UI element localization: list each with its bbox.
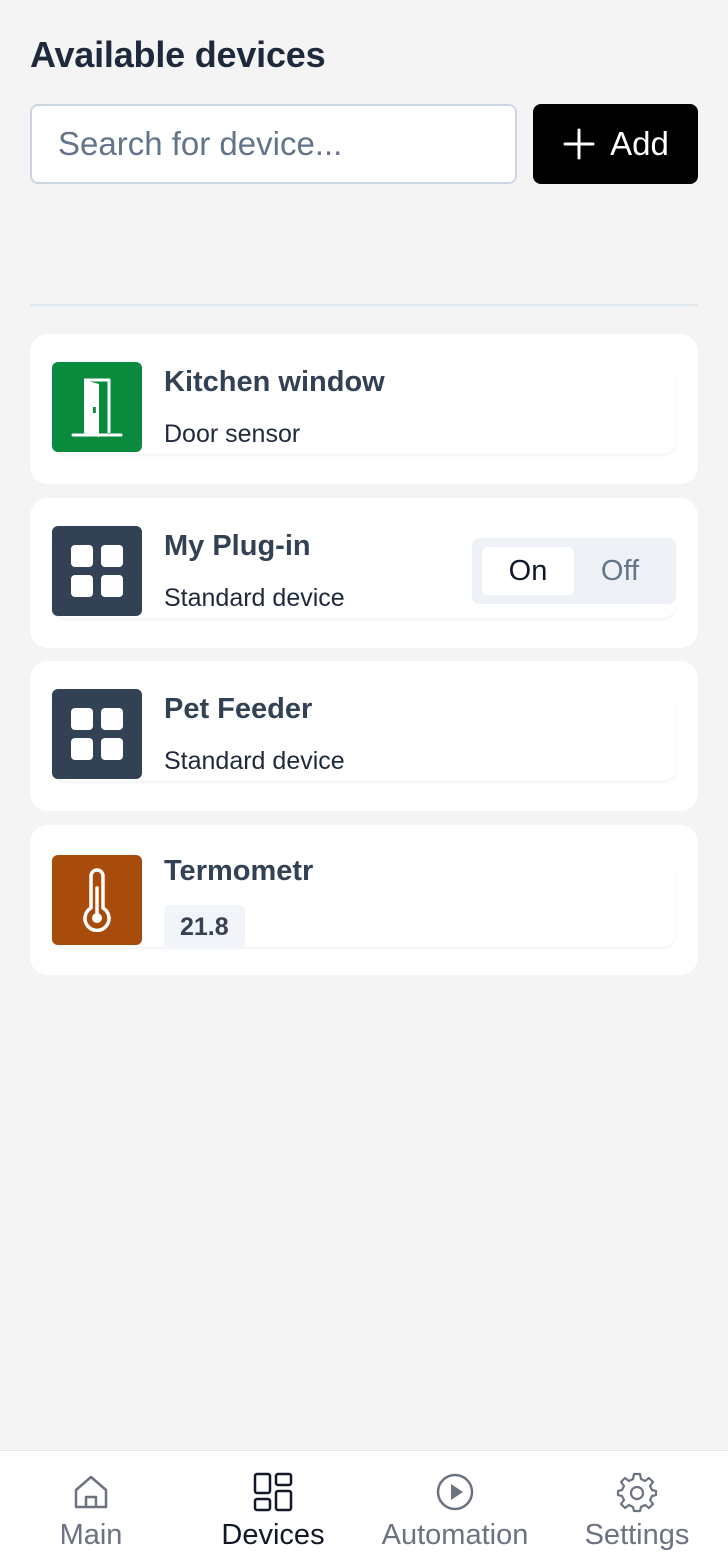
- nav-item-automation[interactable]: Automation: [364, 1451, 546, 1568]
- nav-item-settings[interactable]: Settings: [546, 1451, 728, 1568]
- grid-icon: [71, 708, 123, 760]
- toggle-on-button[interactable]: On: [482, 547, 574, 595]
- device-card-termometr[interactable]: Termometr 21.8: [30, 825, 698, 975]
- nav-item-devices[interactable]: Devices: [182, 1451, 364, 1568]
- nav-label: Main: [59, 1519, 123, 1551]
- device-card-content: Pet Feeder Standard device: [52, 689, 676, 781]
- search-input[interactable]: [30, 104, 517, 184]
- thermometer-icon: [83, 868, 111, 932]
- add-button-label: Add: [610, 125, 669, 162]
- device-name: Termometr: [164, 855, 314, 887]
- device-card-my-plug-in[interactable]: My Plug-in Standard device On Off: [30, 498, 698, 648]
- device-name: Kitchen window: [164, 366, 385, 398]
- device-icon-tile: [52, 526, 142, 616]
- device-card-content: Kitchen window Door sensor: [52, 362, 676, 454]
- device-name: Pet Feeder: [164, 693, 313, 725]
- gear-icon: [616, 1472, 658, 1513]
- nav-label: Settings: [584, 1519, 690, 1551]
- nav-label: Devices: [221, 1519, 325, 1551]
- nav-label: Automation: [381, 1519, 529, 1551]
- device-type: Standard device: [164, 584, 345, 612]
- temperature-value-badge: 21.8: [164, 905, 245, 949]
- plus-icon: [563, 128, 595, 160]
- device-card-kitchen-window[interactable]: Kitchen window Door sensor: [30, 334, 698, 484]
- device-type: Standard device: [164, 747, 345, 775]
- divider: [30, 304, 698, 306]
- grid-icon: [71, 545, 123, 597]
- toggle-off-button[interactable]: Off: [574, 547, 666, 595]
- door-icon: [71, 378, 123, 437]
- device-icon-tile: [52, 855, 142, 945]
- add-device-button[interactable]: Add: [533, 104, 698, 184]
- device-card-pet-feeder[interactable]: Pet Feeder Standard device: [30, 661, 698, 811]
- devices-page: Available devices Add Kitchen window Doo…: [0, 0, 728, 1568]
- device-card-content: Termometr 21.8: [52, 855, 676, 949]
- device-type: Door sensor: [164, 420, 301, 448]
- device-card-content: My Plug-in Standard device On Off: [52, 526, 676, 618]
- power-toggle: On Off: [472, 538, 676, 604]
- home-icon: [74, 1475, 108, 1509]
- nav-item-main[interactable]: Main: [0, 1451, 182, 1568]
- page-title: Available devices: [30, 34, 326, 75]
- device-icon-tile: [52, 362, 142, 452]
- devices-icon: [253, 1472, 293, 1512]
- device-icon-tile: [52, 689, 142, 779]
- bottom-nav: Main Devices Automation Settings: [0, 1450, 728, 1568]
- play-circle-icon: [436, 1473, 474, 1511]
- device-name: My Plug-in: [164, 530, 311, 562]
